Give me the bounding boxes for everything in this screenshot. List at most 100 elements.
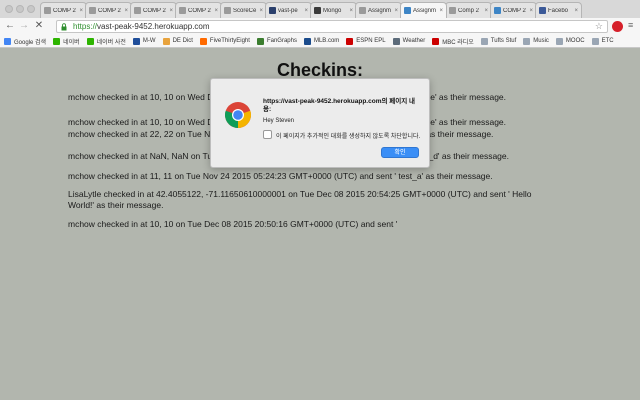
- menu-icon[interactable]: ≡: [628, 20, 633, 30]
- tab-favicon-icon: [89, 7, 96, 14]
- bookmark-label: 네이버: [63, 39, 80, 46]
- tab-close-icon[interactable]: ×: [439, 8, 443, 14]
- bookmark-item[interactable]: MOOC: [555, 37, 585, 45]
- bookmark-icon: [392, 37, 400, 45]
- bookmark-label: 네이버 사전: [96, 39, 126, 46]
- bookmark-label: MOOC: [565, 38, 585, 44]
- bookmark-label: MLB.com: [313, 38, 340, 44]
- checkin-entry: LisaLytle checked in at 42.4055122, -71.…: [68, 189, 578, 211]
- bookmark-item[interactable]: M-W: [132, 37, 156, 45]
- tab[interactable]: COMP 2 ×: [85, 2, 132, 18]
- tab-title: vast-pe: [278, 7, 298, 14]
- tab-favicon-icon: [404, 7, 411, 14]
- tab[interactable]: Assignm ×: [355, 2, 402, 18]
- tab-title: Comp 2: [458, 7, 480, 14]
- tab-title: Mongo: [323, 7, 342, 14]
- tab-title: ScoreCe: [233, 7, 257, 14]
- bookmark-item[interactable]: FiveThirtyEight: [199, 37, 250, 45]
- tab-favicon-icon: [134, 7, 141, 14]
- lock-icon: [61, 23, 67, 31]
- folder-icon: [591, 37, 599, 45]
- bookmark-item[interactable]: Tufts Stuf: [480, 37, 516, 45]
- bookmark-icon: [256, 37, 264, 45]
- tab[interactable]: Mongo ×: [310, 2, 357, 18]
- tab-close-icon[interactable]: ×: [79, 8, 83, 14]
- bookmark-label: ETC: [601, 38, 614, 44]
- star-icon[interactable]: ☆: [595, 21, 603, 32]
- ok-button[interactable]: 확인: [381, 147, 419, 158]
- tab-strip: COMP 2 × COMP 2 × COMP 2 × COMP 2 × ScoreCe × vast…: [0, 0, 640, 18]
- tab-title: COMP 2: [503, 7, 526, 14]
- bookmark-item[interactable]: 네이버 사전: [86, 37, 126, 46]
- chrome-icon: [225, 102, 251, 128]
- bookmark-icon: [162, 37, 170, 45]
- zoom-window-button[interactable]: [27, 5, 35, 13]
- checkin-entry: mchow checked in at 11, 11 on Tue Nov 24…: [68, 171, 578, 182]
- opera-icon[interactable]: [612, 21, 623, 32]
- checkin-line: mchow checked in at 11, 11 on Tue Nov 24…: [68, 171, 493, 181]
- bookmark-item[interactable]: 네이버: [53, 37, 80, 46]
- folder-icon: [523, 37, 531, 45]
- tab[interactable]: COMP 2 ×: [175, 2, 222, 18]
- tab-close-icon[interactable]: ×: [349, 8, 353, 14]
- tab-close-icon[interactable]: ×: [484, 8, 488, 14]
- bookmark-label: M-W: [142, 38, 156, 44]
- bookmark-item[interactable]: ETC: [591, 37, 614, 45]
- bookmark-item[interactable]: DE Dict: [162, 37, 193, 45]
- bookmarks-bar: Google 검색 네이버 네이버 사전 M-W DE Dict FiveThirtyEi…: [0, 35, 640, 48]
- forward-icon[interactable]: →: [18, 20, 30, 32]
- stop-icon[interactable]: ✕: [33, 20, 45, 32]
- bookmark-item[interactable]: ESPN EPL: [346, 37, 386, 45]
- tab-close-icon[interactable]: ×: [124, 8, 128, 14]
- tab-close-icon[interactable]: ×: [394, 8, 398, 14]
- tab[interactable]: Assignm ×: [400, 2, 447, 18]
- bookmark-item[interactable]: Google 검색: [4, 37, 46, 46]
- tab-favicon-icon: [179, 7, 186, 14]
- tab[interactable]: Comp 2 ×: [445, 2, 492, 18]
- tab[interactable]: COMP 2 ×: [130, 2, 177, 18]
- address-bar[interactable]: https://vast-peak-9452.herokuapp.com ☆: [56, 20, 608, 33]
- tab-favicon-icon: [359, 7, 366, 14]
- folder-icon: [480, 37, 488, 45]
- folder-icon: [555, 37, 563, 45]
- tab-close-icon[interactable]: ×: [259, 8, 263, 14]
- checkin-entry: mchow checked in at 10, 10 on Tue Dec 08…: [68, 219, 578, 230]
- block-dialogs-label: 이 페이지가 추가적인 대화를 생성하지 않도록 차단합니다.: [276, 134, 421, 140]
- bookmark-item[interactable]: MLB.com: [303, 37, 340, 45]
- bookmark-label: ESPN EPL: [356, 38, 386, 44]
- tab-title: COMP 2: [143, 7, 166, 14]
- url-text: https://vast-peak-9452.herokuapp.com: [73, 22, 210, 31]
- minimize-window-button[interactable]: [16, 5, 24, 13]
- tab-title: COMP 2: [98, 7, 121, 14]
- bookmark-icon: [86, 37, 94, 45]
- tab-favicon-icon: [449, 7, 456, 14]
- checkin-line: LisaLytle checked in at 42.4055122, -71.…: [68, 189, 532, 199]
- bookmark-item[interactable]: Weather: [392, 37, 425, 45]
- tab-close-icon[interactable]: ×: [304, 8, 308, 14]
- dialog-message: Hey Steven: [263, 118, 295, 124]
- bookmark-item[interactable]: FanGraphs: [256, 37, 297, 45]
- tab-close-icon[interactable]: ×: [169, 8, 173, 14]
- tab-title: Facebo: [548, 7, 569, 14]
- tab-close-icon[interactable]: ×: [574, 8, 578, 14]
- tab[interactable]: ScoreCe ×: [220, 2, 267, 18]
- bookmark-item[interactable]: MBC 라디오: [432, 37, 474, 46]
- back-icon[interactable]: ←: [4, 20, 16, 32]
- tab-favicon-icon: [224, 7, 231, 14]
- tab-title: Assignm: [368, 7, 392, 14]
- block-dialogs-checkbox[interactable]: [263, 130, 272, 139]
- tab-close-icon[interactable]: ×: [529, 8, 533, 14]
- tab[interactable]: COMP 2 ×: [40, 2, 87, 18]
- close-window-button[interactable]: [5, 5, 13, 13]
- tab-favicon-icon: [494, 7, 501, 14]
- tab[interactable]: Facebo ×: [535, 2, 582, 18]
- tab-favicon-icon: [269, 7, 276, 14]
- tab-title: COMP 2: [188, 7, 211, 14]
- tab[interactable]: COMP 2 ×: [490, 2, 537, 18]
- bookmark-icon: [53, 37, 61, 45]
- tab-close-icon[interactable]: ×: [214, 8, 218, 14]
- tab-favicon-icon: [314, 7, 321, 14]
- bookmark-item[interactable]: Music: [523, 37, 549, 45]
- bookmark-icon: [346, 37, 354, 45]
- tab[interactable]: vast-pe ×: [265, 2, 312, 18]
